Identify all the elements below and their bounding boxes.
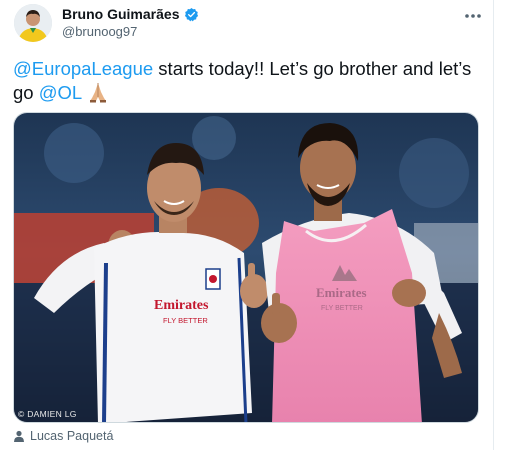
jersey-left-sponsor-sub: FLY BETTER xyxy=(163,316,208,325)
tagged-user-name: Lucas Paquetá xyxy=(30,429,114,443)
photo-credit: © DAMIEN LG xyxy=(18,409,77,419)
more-dots-icon[interactable] xyxy=(464,6,482,24)
person-icon xyxy=(14,430,24,442)
verified-badge-icon xyxy=(185,7,199,21)
folded-hands-icon xyxy=(87,81,109,109)
tweet-photo[interactable]: Emirates FLY BETTER Emirates FLY BETTER … xyxy=(13,112,479,423)
tweet-card: Bruno Guimarães @brunoog97 @EuropaLeague… xyxy=(0,0,494,450)
jersey-right-sponsor: Emirates xyxy=(316,285,367,300)
author-handle[interactable]: @brunoog97 xyxy=(62,24,137,39)
author-name-row: Bruno Guimarães xyxy=(62,6,199,22)
mention-europaleague-link[interactable]: @EuropaLeague xyxy=(13,58,153,79)
author-avatar[interactable] xyxy=(14,4,52,42)
jersey-left-sponsor: Emirates xyxy=(154,298,209,313)
author-name[interactable]: Bruno Guimarães xyxy=(62,6,179,22)
jersey-right-sponsor-sub: FLY BETTER xyxy=(321,305,363,312)
tweet-text: @EuropaLeague starts today!! Let’s go br… xyxy=(13,57,483,109)
photo-illustration: Emirates FLY BETTER Emirates FLY BETTER xyxy=(14,113,478,422)
tagged-user-row[interactable]: Lucas Paquetá xyxy=(13,429,113,443)
mention-ol-link[interactable]: @OL xyxy=(39,82,82,103)
